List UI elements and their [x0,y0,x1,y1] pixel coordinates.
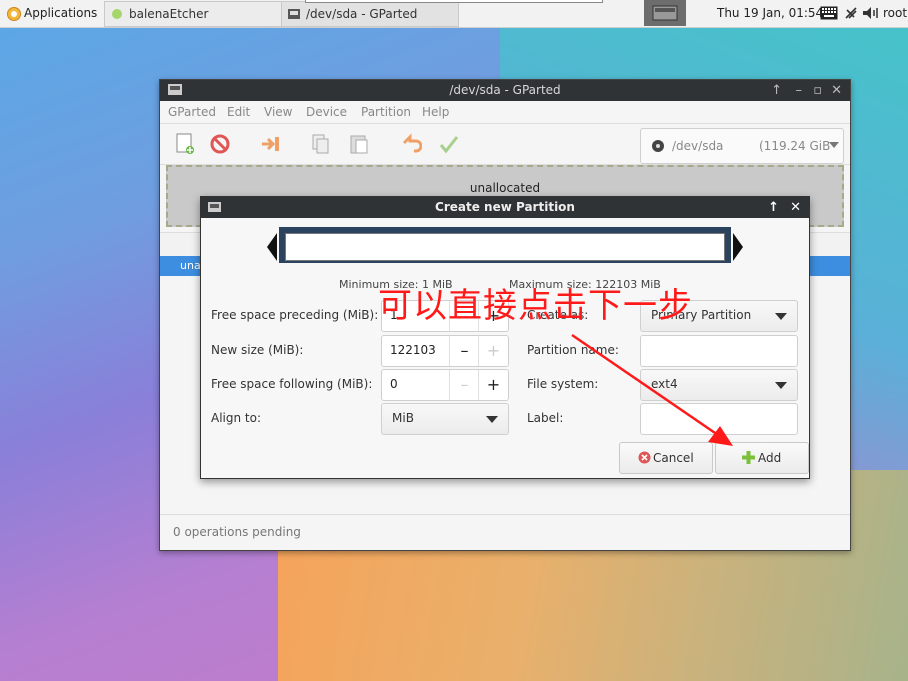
user-menu[interactable]: root [883,0,907,26]
graph-label: unallocated [469,181,541,195]
copy-icon[interactable] [310,133,332,155]
menu-edit[interactable]: Edit [227,105,250,119]
menu-help[interactable]: Help [422,105,449,119]
window-titlebar[interactable]: /dev/sda - GParted ↑ – ▫ ✕ [160,80,850,101]
restore-icon[interactable]: ▫ [813,80,822,101]
partition-size-fill [285,233,725,261]
align-value: MiB [392,411,414,425]
network-icon[interactable] [844,6,858,20]
chevron-down-icon [775,313,787,320]
keyboard-icon[interactable] [820,6,838,20]
create-partition-dialog: Create new Partition ↑ ✕ Minimum size: 1… [200,196,810,479]
decrement-icon[interactable]: – [449,370,479,400]
task-label: balenaEtcher [129,7,209,21]
free-following-value[interactable]: 0 [390,377,398,391]
chevron-down-icon [775,382,787,389]
device-selector[interactable]: /dev/sda (119.24 GiB [640,128,844,164]
file-system-select[interactable]: ext4 [640,369,798,401]
task-label: /dev/sda - GParted [306,7,418,21]
partition-row-label: una [180,259,201,272]
volume-icon[interactable] [862,5,880,21]
free-preceding-label: Free space preceding (MiB): [211,308,379,322]
close-icon[interactable]: ✕ [831,80,842,101]
partition-name-label: Partition name: [527,343,619,357]
resize-handle-right[interactable] [733,233,743,261]
dialog-titlebar[interactable]: Create new Partition ↑ ✕ [201,197,809,218]
cancel-label: Cancel [653,451,694,465]
minimize-icon[interactable]: – [796,80,803,101]
new-size-label: New size (MiB): [211,343,304,357]
applications-menu[interactable]: Applications ⋮ [4,0,113,26]
paste-icon[interactable] [348,133,370,155]
free-following-stepper[interactable]: 0 – + [381,369,509,401]
cancel-button[interactable]: Cancel [619,442,713,474]
chevron-down-icon [486,416,498,423]
applications-icon [7,7,21,21]
dialog-title: Create new Partition [435,200,575,214]
menu-view[interactable]: View [264,105,292,119]
file-system-label: File system: [527,377,599,391]
disk-icon [652,140,664,152]
menu-device[interactable]: Device [306,105,347,119]
label-field[interactable] [640,403,798,435]
annotation-text: 可以直接点击下一步 [378,286,693,326]
status-text: 0 operations pending [173,525,301,539]
add-label: Add [758,451,782,465]
close-icon[interactable]: ✕ [790,197,801,218]
new-partition-icon[interactable] [174,133,196,155]
file-system-value: ext4 [651,377,678,391]
undo-icon[interactable] [400,133,422,155]
free-following-label: Free space following (MiB): [211,377,373,391]
cancel-icon [638,451,651,464]
chevron-down-icon [829,142,839,148]
new-size-stepper[interactable]: 122103 – + [381,335,509,367]
task-gparted[interactable]: /dev/sda - GParted [281,1,459,27]
menu-gparted[interactable]: GParted [168,105,216,119]
balenaetcher-icon [112,9,122,19]
increment-icon[interactable]: + [478,370,508,400]
gparted-icon [208,202,221,212]
workspace-switcher[interactable] [644,0,686,26]
menu-partition[interactable]: Partition [361,105,411,119]
device-size: (119.24 GiB [759,139,831,153]
partition-size-slider[interactable] [267,227,743,271]
applications-label: Applications [24,6,98,20]
partition-name-field[interactable] [640,335,798,367]
add-button[interactable]: Add [715,442,809,474]
decrement-icon[interactable]: – [449,336,479,366]
apply-icon[interactable] [438,133,460,155]
toolbar: /dev/sda (119.24 GiB [160,124,850,165]
window-title: /dev/sda - GParted [449,83,561,97]
label-label: Label: [527,411,564,425]
resize-handle-left[interactable] [267,233,277,261]
increment-icon[interactable]: + [478,336,508,366]
menubar: GParted Edit View Device Partition Help [160,101,850,124]
delete-icon[interactable] [209,133,231,155]
resize-move-icon[interactable] [260,133,282,155]
maximize-up-icon[interactable]: ↑ [771,80,782,101]
gparted-icon [168,84,182,95]
task-balenaetcher[interactable]: balenaEtcher [104,1,282,27]
new-size-value[interactable]: 122103 [390,343,436,357]
align-label: Align to: [211,411,262,425]
device-name: /dev/sda [672,139,724,153]
top-panel: Applications ⋮ balenaEtcher /dev/sda - G… [0,0,908,28]
clock[interactable]: Thu 19 Jan, 01:54 [717,0,823,26]
partition-size-bar [279,227,731,263]
gparted-icon [288,9,300,19]
window-preview-strip [305,0,603,3]
statusbar: 0 operations pending [160,514,850,550]
maximize-up-icon[interactable]: ↑ [768,197,779,218]
workspace-icon [652,5,678,21]
align-select[interactable]: MiB [381,403,509,435]
add-icon [742,451,755,464]
